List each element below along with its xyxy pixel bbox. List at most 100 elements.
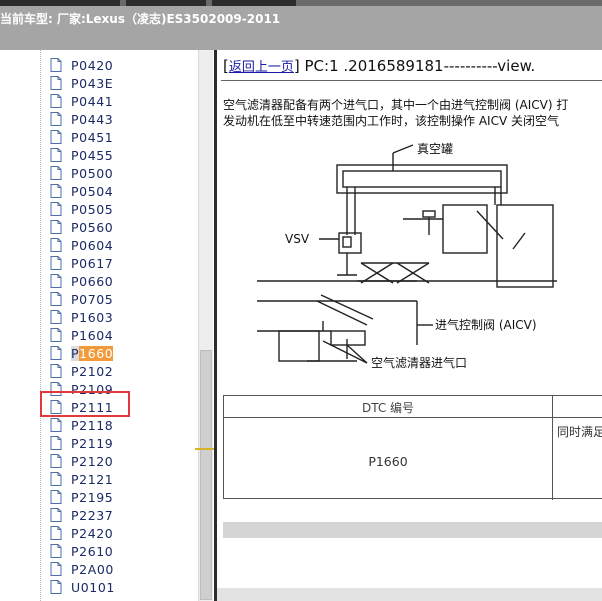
- tree-item[interactable]: P1604: [50, 326, 190, 344]
- tree-item-label: P0455: [71, 147, 114, 163]
- document-icon: [50, 562, 62, 576]
- tree-item[interactable]: P0455: [50, 146, 190, 164]
- back-link[interactable]: 返回上一页: [229, 60, 294, 75]
- table-header-dtc: DTC 编号: [361, 401, 415, 415]
- description-text: 空气滤清器配备有两个进气口，其中一个由进气控制阀 (AICV) 打 发动机在低至…: [223, 97, 568, 129]
- tree-item-label: P2121: [71, 471, 114, 487]
- tree-item[interactable]: P0500: [50, 164, 190, 182]
- vacuum-tank-outer: [336, 164, 508, 194]
- tree-item[interactable]: P2119: [50, 434, 190, 452]
- inlet-label-leader-2: [322, 340, 368, 364]
- tree-item[interactable]: P2237: [50, 506, 190, 524]
- content-pane: [返回上一页] PC:1 .2016589181----------view. …: [214, 50, 602, 601]
- tree-item[interactable]: P1660: [50, 344, 190, 362]
- selected-prefix: P: [71, 345, 80, 361]
- tree-item[interactable]: P2420: [50, 524, 190, 542]
- tree-item[interactable]: P0705: [50, 290, 190, 308]
- tree-item[interactable]: P2121: [50, 470, 190, 488]
- document-icon: [50, 220, 62, 234]
- tree-item-label-selected: P1660: [71, 345, 114, 361]
- tree-item[interactable]: P2610: [50, 542, 190, 560]
- scrollbar-thumb[interactable]: [200, 350, 212, 600]
- tree-item-label: P2420: [71, 525, 114, 541]
- document-icon: [50, 292, 62, 306]
- tree-item[interactable]: P0441: [50, 92, 190, 110]
- tree-item[interactable]: P0443: [50, 110, 190, 128]
- tree-item[interactable]: P0604: [50, 236, 190, 254]
- strip-segment: [126, 0, 206, 6]
- tree-item-label: P0420: [71, 57, 114, 73]
- document-icon: [50, 328, 62, 342]
- tree-item-label: P043E: [71, 75, 114, 91]
- document-icon: [50, 256, 62, 270]
- tree-scrollbar[interactable]: [195, 50, 215, 601]
- description-line-1: 空气滤清器配备有两个进气口，其中一个由进气控制阀 (AICV) 打: [223, 98, 569, 112]
- document-icon: [50, 544, 62, 558]
- document-icon: [50, 580, 62, 594]
- tree-item[interactable]: P0617: [50, 254, 190, 272]
- label-air-inlet: 空气滤清器进气口: [371, 355, 467, 370]
- tree-item-label: P0441: [71, 93, 114, 109]
- document-icon: [50, 508, 62, 522]
- tree-item[interactable]: P2195: [50, 488, 190, 506]
- table-cell-code: P1660: [368, 454, 408, 469]
- tree-item[interactable]: P0420: [50, 56, 190, 74]
- vsv-body: [338, 232, 362, 254]
- tree-item-label: P0604: [71, 237, 114, 253]
- tree-item-label: P0560: [71, 219, 114, 235]
- tree-item-label: P2118: [71, 417, 114, 433]
- vacuum-tank-inner: [342, 170, 502, 188]
- table-column-divider: [552, 396, 553, 500]
- aicv-flap-2: [512, 232, 526, 250]
- document-icon: [50, 94, 62, 108]
- document-icon: [50, 454, 62, 468]
- tree-item[interactable]: P2102: [50, 362, 190, 380]
- label-vsv: VSV: [285, 232, 310, 246]
- tree-item-label: P0451: [71, 129, 114, 145]
- description-line-2: 发动机在低至中转速范围内工作时，该控制操作 AICV 关闭空气: [223, 114, 559, 128]
- tree-item-label: P0443: [71, 111, 114, 127]
- tree-item[interactable]: P2A00: [50, 560, 190, 578]
- nav-line: [返回上一页] PC:1 .2016589181----------view.: [223, 57, 536, 75]
- tree-item[interactable]: P0504: [50, 182, 190, 200]
- top-header: 当前车型: 厂家:Lexus（凌志)ES3502009-2011: [0, 0, 602, 50]
- tree-item[interactable]: P1603: [50, 308, 190, 326]
- tree-item[interactable]: P2120: [50, 452, 190, 470]
- tree-item[interactable]: U0101: [50, 578, 190, 596]
- tree-item-label: P1604: [71, 327, 114, 343]
- dtc-table: DTC 编号 P1660 同时满足: [223, 395, 602, 500]
- table-footer-bar: [223, 522, 602, 538]
- strip-segment: [212, 0, 296, 6]
- tree-item-label: P2119: [71, 435, 114, 451]
- tree-item-label: P2120: [71, 453, 114, 469]
- tree-item-label: P0504: [71, 183, 114, 199]
- document-icon: [50, 490, 62, 504]
- tree-item[interactable]: P0451: [50, 128, 190, 146]
- tree-item-label: P2237: [71, 507, 114, 523]
- tree-item[interactable]: P0505: [50, 200, 190, 218]
- document-icon: [50, 364, 62, 378]
- tree-item-label: P0617: [71, 255, 114, 271]
- document-icon: [50, 148, 62, 162]
- tree-item-label: P2610: [71, 543, 114, 559]
- tree-item-label: P0505: [71, 201, 114, 217]
- aicv-actuator: [422, 210, 436, 218]
- selection-highlight-box: [40, 391, 130, 417]
- inlet-box-right: [330, 330, 366, 346]
- tree-item-label: P0660: [71, 273, 114, 289]
- tree-item[interactable]: P0660: [50, 272, 190, 290]
- dtc-tree[interactable]: P0420 P043E P0441 P0443 P0451 P0455 P0500 P0504…: [0, 50, 198, 601]
- horizontal-scrollbar[interactable]: [217, 588, 602, 601]
- strip-segment: [0, 0, 120, 6]
- tree-item-label: P1603: [71, 309, 114, 325]
- document-icon: [50, 202, 62, 216]
- tree-item[interactable]: P043E: [50, 74, 190, 92]
- tree-item[interactable]: P2118: [50, 416, 190, 434]
- tree-item[interactable]: P0560: [50, 218, 190, 236]
- document-icon: [50, 76, 62, 90]
- tree-item-label: P2A00: [71, 561, 114, 577]
- vehicle-model-title: 当前车型: 厂家:Lexus（凌志)ES3502009-2011: [0, 12, 281, 26]
- document-icon: [50, 310, 62, 324]
- nav-divider: [221, 80, 602, 81]
- document-icon: [50, 112, 62, 126]
